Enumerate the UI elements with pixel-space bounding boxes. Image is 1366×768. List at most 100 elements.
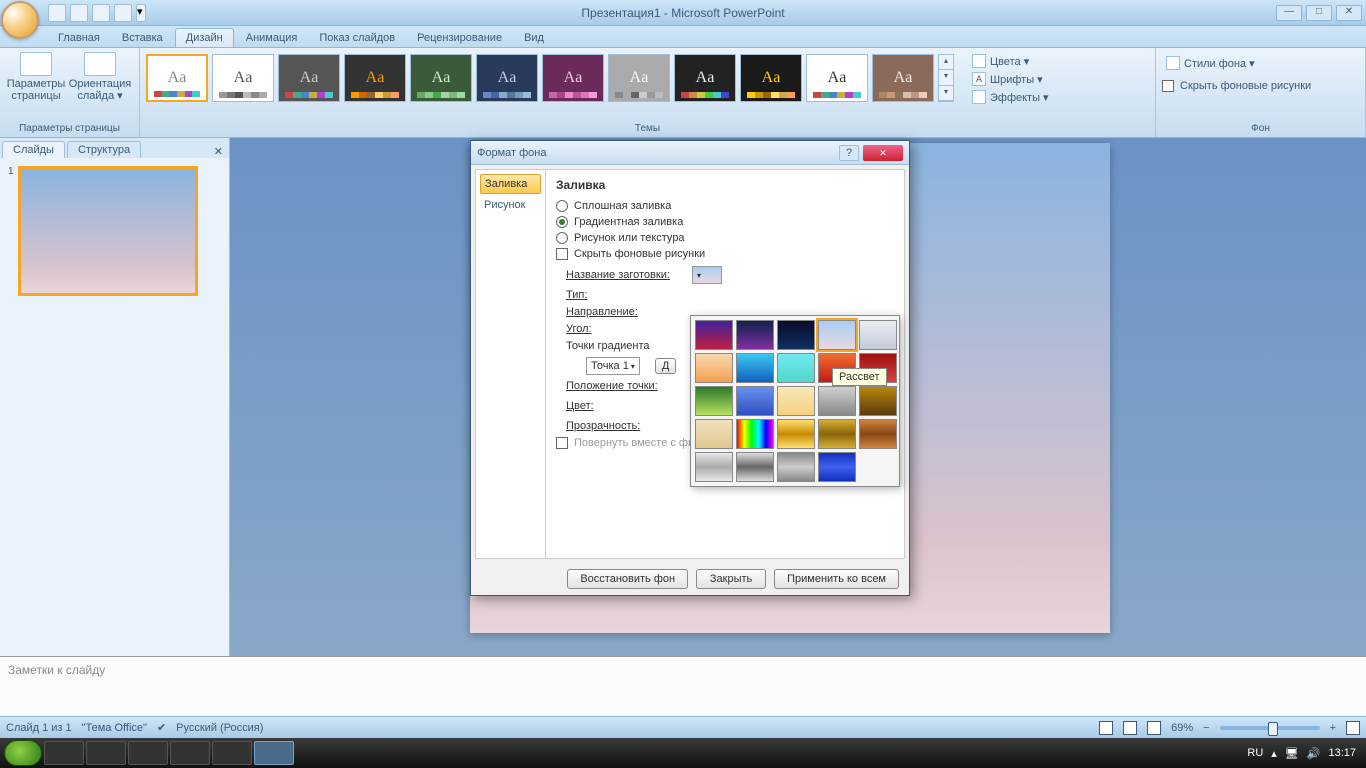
gradient-swatch[interactable] xyxy=(695,320,733,350)
slideshow-view-icon[interactable] xyxy=(1147,721,1161,735)
sorter-view-icon[interactable] xyxy=(1123,721,1137,735)
slides-panel: Слайды Структура ✕ 1 xyxy=(0,138,230,656)
restore-button[interactable]: Восстановить фон xyxy=(567,569,688,589)
dialog-help-button[interactable]: ? xyxy=(839,145,859,161)
office-button[interactable] xyxy=(1,1,39,39)
apply-all-button[interactable]: Применить ко всем xyxy=(774,569,899,589)
quick-access-toolbar: ▾ xyxy=(48,0,146,26)
gradient-swatch[interactable] xyxy=(777,353,815,383)
taskbar-word-icon[interactable] xyxy=(212,741,252,765)
fonts-button[interactable]: AШрифты ▾ xyxy=(968,70,1053,88)
panel-close-icon[interactable]: ✕ xyxy=(208,145,229,158)
gradient-swatch[interactable] xyxy=(736,419,774,449)
taskbar-app-icon[interactable] xyxy=(170,741,210,765)
gradient-swatch[interactable] xyxy=(777,320,815,350)
ribbon: Параметры страницы Ориентация слайда ▾ П… xyxy=(0,48,1366,138)
gradient-swatch[interactable] xyxy=(777,419,815,449)
tab-home[interactable]: Главная xyxy=(48,29,110,47)
add-stop-button[interactable]: Д xyxy=(655,358,676,374)
tab-review[interactable]: Рецензирование xyxy=(407,29,512,47)
notes-pane[interactable]: Заметки к слайду xyxy=(0,656,1366,716)
gradient-swatch[interactable] xyxy=(818,419,856,449)
ribbon-tabs: Главная Вставка Дизайн Анимация Показ сл… xyxy=(0,26,1366,48)
tray-time: 13:17 xyxy=(1328,747,1356,759)
taskbar-explorer-icon[interactable] xyxy=(86,741,126,765)
gradient-swatch[interactable] xyxy=(859,320,897,350)
gradient-swatch[interactable] xyxy=(859,386,897,416)
nav-fill[interactable]: Заливка xyxy=(480,174,541,194)
radio-solid[interactable] xyxy=(556,200,568,212)
stop-dropdown[interactable]: Точка 1 xyxy=(586,357,640,375)
gradient-swatch[interactable] xyxy=(695,419,733,449)
gradient-swatch[interactable] xyxy=(859,419,897,449)
fit-icon[interactable] xyxy=(1346,721,1360,735)
tab-slideshow[interactable]: Показ слайдов xyxy=(309,29,405,47)
zoom-slider[interactable] xyxy=(1220,726,1320,730)
maximize-button[interactable]: □ xyxy=(1306,5,1332,21)
taskbar-media-icon[interactable] xyxy=(128,741,168,765)
gradient-swatch[interactable] xyxy=(695,452,733,482)
tray-lang[interactable]: RU xyxy=(1247,747,1263,759)
title-bar: ▾ Презентация1 - Microsoft PowerPoint — … xyxy=(0,0,1366,26)
taskbar-ie-icon[interactable] xyxy=(44,741,84,765)
hide-bg-checkbox[interactable] xyxy=(1162,80,1174,92)
taskbar: RU ▴ 🖥 🔊 13:17 xyxy=(0,738,1366,768)
group-background: Фон xyxy=(1156,121,1365,136)
gradient-swatch[interactable] xyxy=(777,452,815,482)
panel-tab-slides[interactable]: Слайды xyxy=(2,141,65,158)
gallery-scroll[interactable]: ▴▾▾ xyxy=(938,54,954,102)
gradient-swatch[interactable] xyxy=(695,386,733,416)
gradient-swatch[interactable] xyxy=(818,452,856,482)
chk-hide-bg[interactable] xyxy=(556,248,568,260)
preset-dropdown[interactable] xyxy=(692,266,722,284)
page-setup-button[interactable]: Параметры страницы xyxy=(6,50,66,104)
zoom-in-icon[interactable]: + xyxy=(1330,722,1336,734)
slide-thumbnail[interactable] xyxy=(18,166,198,296)
tab-design[interactable]: Дизайн xyxy=(175,28,234,47)
tab-view[interactable]: Вид xyxy=(514,29,554,47)
new-icon[interactable] xyxy=(114,4,132,22)
gradient-swatch[interactable] xyxy=(695,353,733,383)
gradient-swatch[interactable] xyxy=(777,386,815,416)
tray-volume-icon[interactable]: 🔊 xyxy=(1307,747,1321,760)
start-button[interactable] xyxy=(4,740,42,766)
panel-tab-outline[interactable]: Структура xyxy=(67,141,141,158)
tray-icon[interactable]: 🖥 xyxy=(1285,747,1299,760)
gradient-swatch[interactable] xyxy=(736,452,774,482)
system-tray[interactable]: RU ▴ 🖥 🔊 13:17 xyxy=(1247,747,1362,760)
gradient-swatch[interactable] xyxy=(736,353,774,383)
tab-insert[interactable]: Вставка xyxy=(112,29,173,47)
taskbar-powerpoint-icon[interactable] xyxy=(254,741,294,765)
effects-button[interactable]: Эффекты ▾ xyxy=(968,88,1053,106)
spellcheck-icon[interactable]: ✔ xyxy=(157,721,166,734)
gradient-swatch[interactable] xyxy=(736,320,774,350)
zoom-out-icon[interactable]: − xyxy=(1203,722,1209,734)
gradient-swatch[interactable] xyxy=(818,320,856,350)
orientation-button[interactable]: Ориентация слайда ▾ xyxy=(70,50,130,104)
bg-styles-button[interactable]: Стили фона ▾ xyxy=(1162,54,1259,72)
redo-icon[interactable] xyxy=(92,4,110,22)
close-button[interactable]: Закрыть xyxy=(696,569,766,589)
tab-animation[interactable]: Анимация xyxy=(236,29,308,47)
colors-button[interactable]: Цвета ▾ xyxy=(968,52,1053,70)
zoom-level[interactable]: 69% xyxy=(1171,722,1193,734)
gradient-swatch[interactable] xyxy=(818,386,856,416)
status-lang[interactable]: Русский (Россия) xyxy=(176,722,263,734)
radio-picture[interactable] xyxy=(556,232,568,244)
close-button[interactable]: ✕ xyxy=(1336,5,1362,21)
gradient-preset-popup xyxy=(690,315,900,487)
thumb-number: 1 xyxy=(8,166,14,296)
tray-flag-icon[interactable]: ▴ xyxy=(1271,747,1277,760)
dialog-title: Формат фона xyxy=(477,147,547,159)
save-icon[interactable] xyxy=(48,4,66,22)
minimize-button[interactable]: — xyxy=(1276,5,1302,21)
qat-more-icon[interactable]: ▾ xyxy=(136,4,146,22)
gradient-swatch[interactable] xyxy=(736,386,774,416)
group-themes: Темы xyxy=(140,121,1155,136)
normal-view-icon[interactable] xyxy=(1099,721,1113,735)
theme-gallery[interactable]: Aa Aa Aa Aa Aa Aa Aa Aa Aa Aa Aa Aa xyxy=(146,50,934,102)
dialog-close-button[interactable]: ✕ xyxy=(863,145,903,161)
radio-gradient[interactable] xyxy=(556,216,568,228)
undo-icon[interactable] xyxy=(70,4,88,22)
nav-picture[interactable]: Рисунок xyxy=(480,196,541,214)
